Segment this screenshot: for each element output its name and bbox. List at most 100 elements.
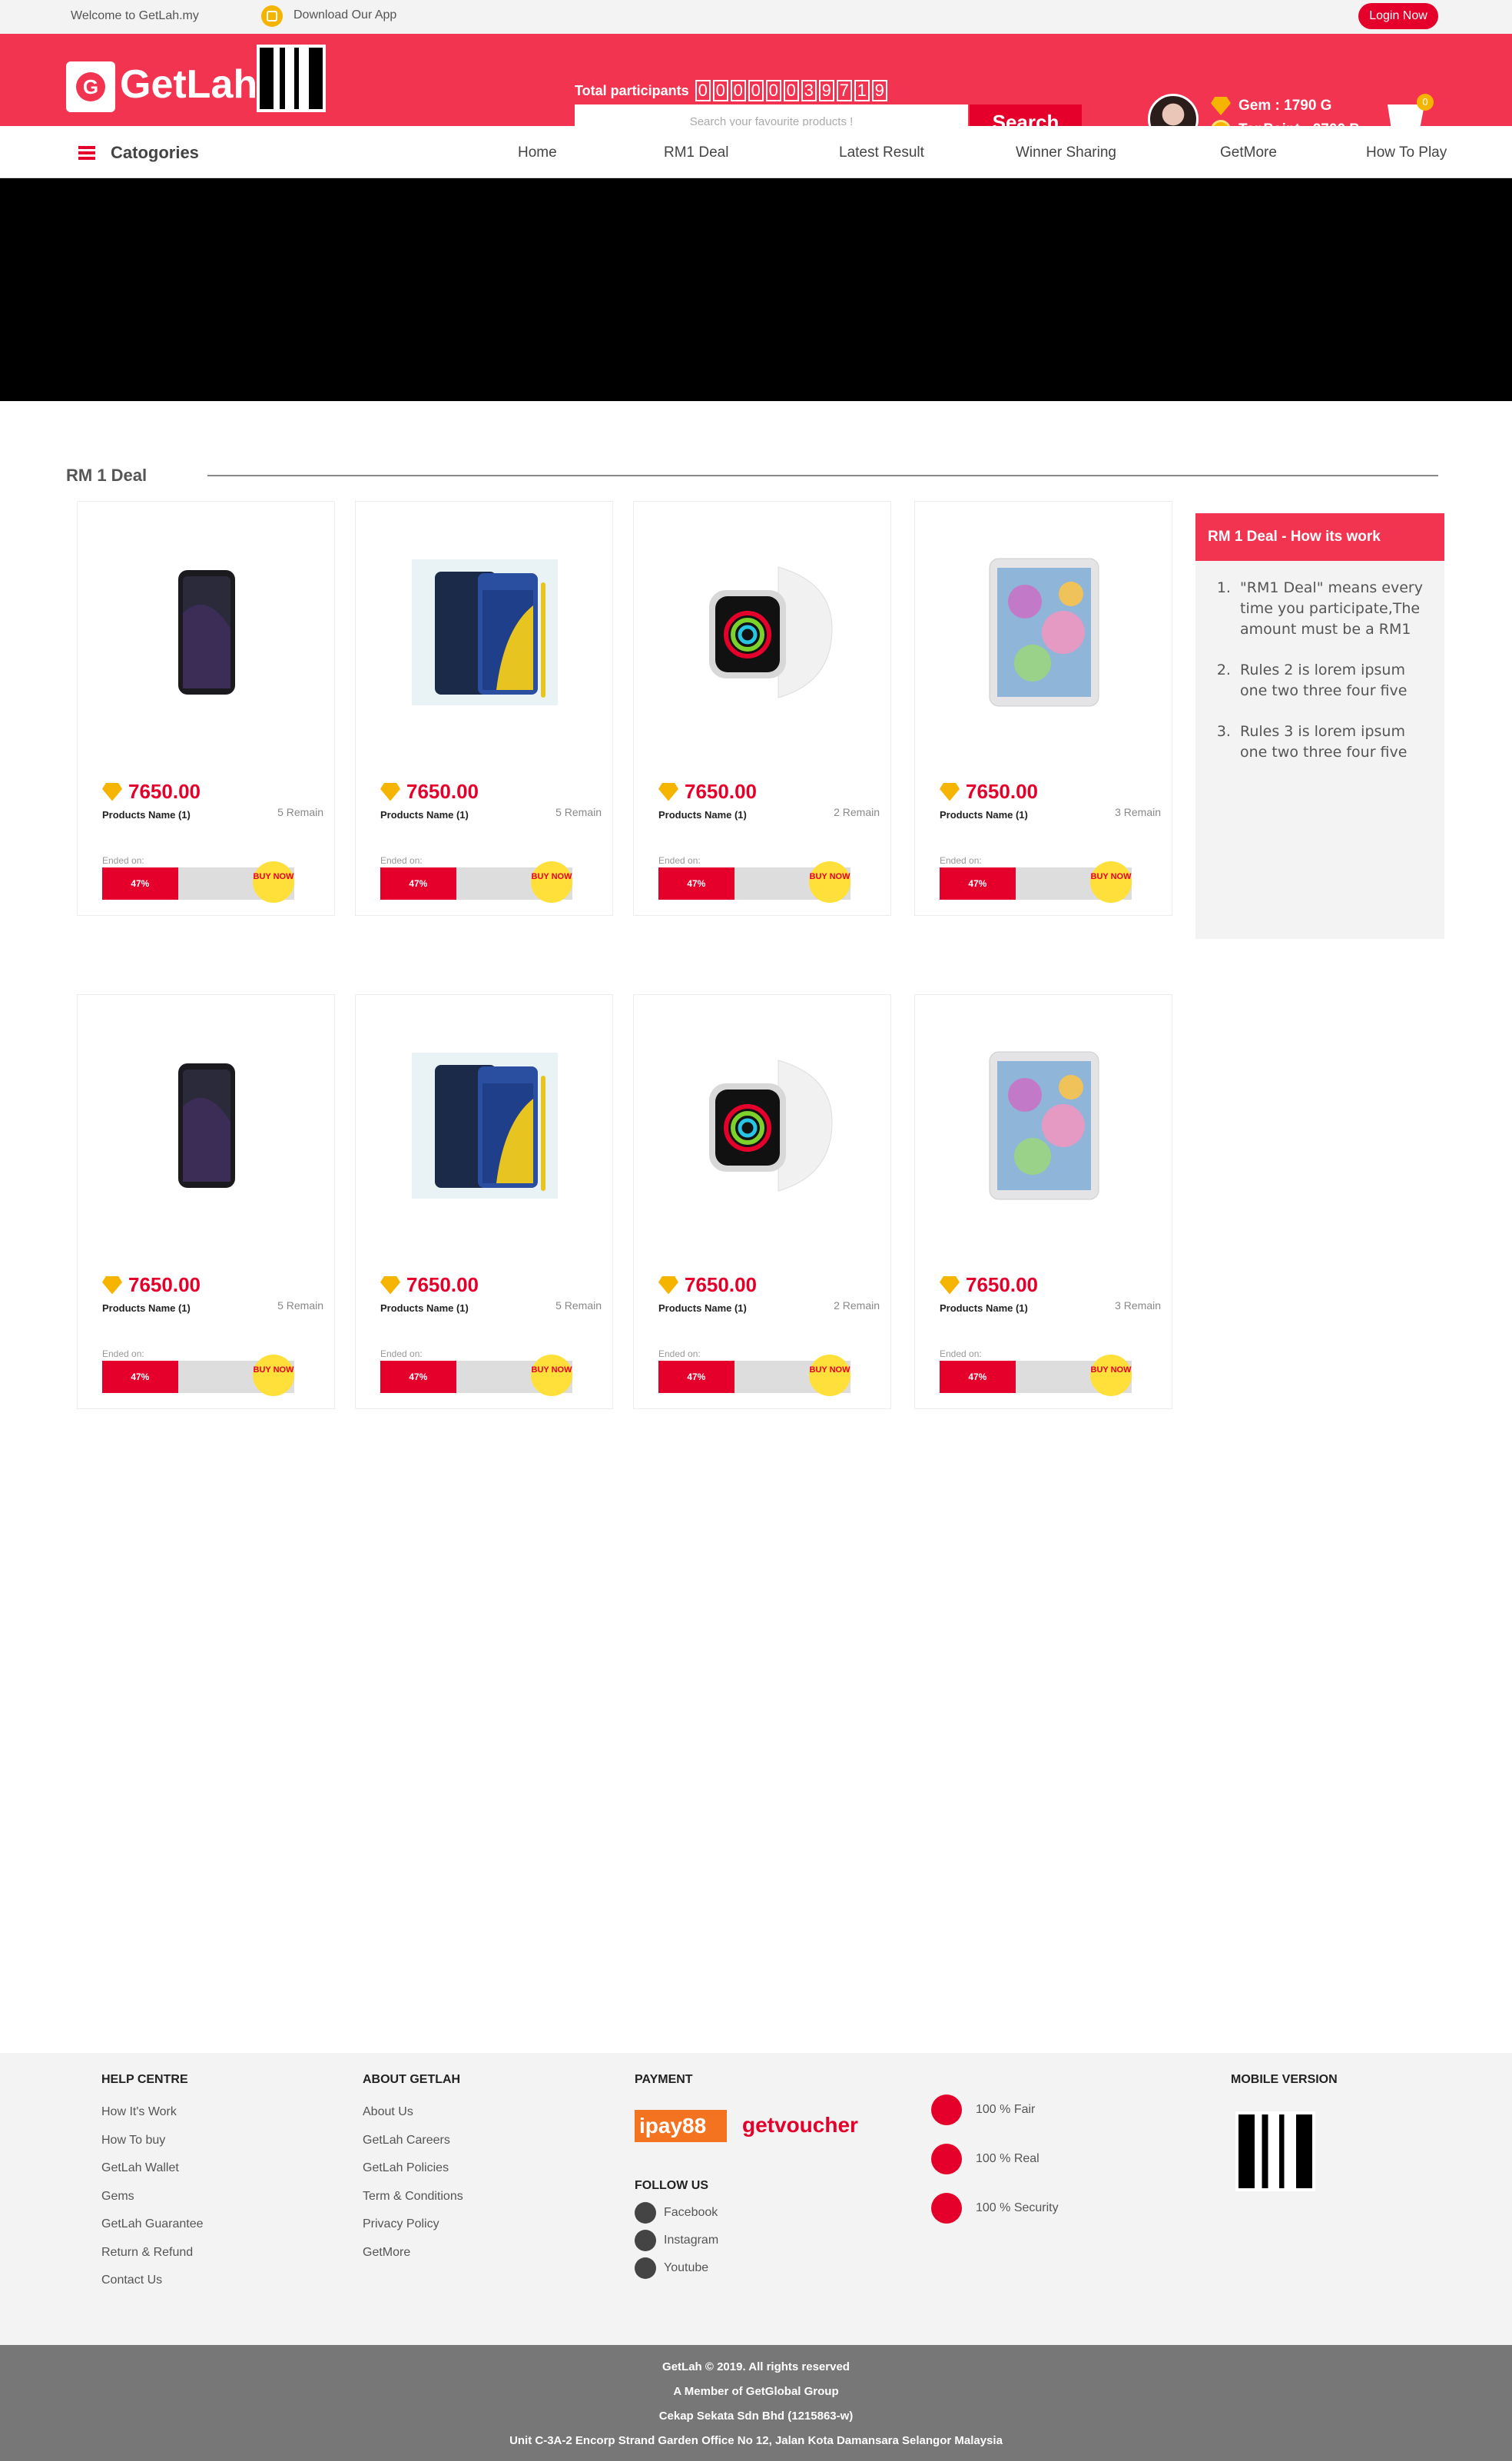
product-card[interactable]: 7650.00 Products Name (1) 3 Remain Ended on…: [914, 994, 1172, 1409]
facebook-link[interactable]: Facebook: [635, 2202, 718, 2224]
nav-winner-sharing[interactable]: Winner Sharing: [1016, 144, 1116, 161]
buy-now-button[interactable]: BUY NOW: [1090, 1355, 1132, 1396]
product-name: Products Name (1): [940, 809, 1028, 821]
product-card[interactable]: 7650.00 Products Name (1) 5 Remain Ended on…: [77, 501, 335, 916]
product-price: 7650.00: [102, 780, 201, 804]
remaining-count: 3 Remain: [1115, 806, 1161, 818]
nav-latest-result[interactable]: Latest Result: [839, 144, 924, 161]
digit-box: 0: [730, 80, 746, 101]
check-icon: [931, 2144, 962, 2174]
address-line: Unit C-3A-2 Encorp Strand Garden Office …: [509, 2434, 1003, 2447]
footer-link[interactable]: How It's Work: [101, 2105, 204, 2134]
login-button[interactable]: Login Now: [1358, 3, 1438, 29]
group-line: A Member of GetGlobal Group: [673, 2385, 839, 2398]
help-centre-column: HELP CENTRE How It's Work How To buy Get…: [101, 2073, 204, 2302]
mobile-qr-code-icon: [1235, 2111, 1315, 2191]
categories-menu[interactable]: Catogories: [78, 143, 199, 163]
ended-on-label: Ended on:: [380, 1348, 423, 1359]
youtube-link[interactable]: Youtube: [635, 2257, 708, 2279]
navigation-bar: Catogories Home RM1 Deal Latest Result W…: [0, 126, 1512, 178]
cart-badge: 0: [1417, 94, 1434, 111]
remaining-count: 5 Remain: [555, 806, 602, 818]
real-label: 100 % Real: [976, 2152, 1040, 2165]
watch-image[interactable]: [680, 540, 846, 725]
nav-home[interactable]: Home: [518, 144, 557, 161]
digit-box: 0: [783, 80, 799, 101]
about-title: ABOUT GETLAH: [363, 2073, 461, 2086]
youtube-icon: [635, 2257, 656, 2279]
app-icon[interactable]: [261, 5, 283, 27]
phone-image[interactable]: [124, 540, 290, 725]
galaxy-note-image[interactable]: [402, 1033, 568, 1218]
price-value: 7650.00: [128, 780, 201, 803]
youtube-label: Youtube: [664, 2261, 709, 2274]
footer-link[interactable]: Privacy Policy: [363, 2217, 463, 2246]
product-name: Products Name (1): [102, 1302, 191, 1314]
digit-box: 7: [836, 80, 852, 101]
price-value: 7650.00: [966, 780, 1038, 803]
facebook-icon: [635, 2202, 656, 2224]
tablet-image[interactable]: [961, 540, 1127, 725]
progress-fill: 47%: [380, 867, 456, 900]
watch-image[interactable]: [680, 1033, 846, 1218]
price-value: 7650.00: [406, 1273, 479, 1296]
buy-now-button[interactable]: BUY NOW: [809, 861, 850, 903]
participant-digits: 00000039719: [695, 80, 887, 101]
price-value: 7650.00: [685, 780, 757, 803]
product-card[interactable]: 7650.00 Products Name (1) 2 Remain Ended on…: [633, 501, 891, 916]
footer-link[interactable]: Term & Conditions: [363, 2190, 463, 2218]
buy-now-button[interactable]: BUY NOW: [253, 861, 294, 903]
about-column: ABOUT GETLAH About Us GetLah Careers Get…: [363, 2073, 463, 2274]
remaining-count: 5 Remain: [277, 1299, 323, 1312]
footer-link[interactable]: GetMore: [363, 2246, 463, 2274]
buy-now-button[interactable]: BUY NOW: [1090, 861, 1132, 903]
nav-rm1-deal[interactable]: RM1 Deal: [664, 144, 728, 161]
top-bar: Welcome to GetLah.my Download Our App Lo…: [0, 0, 1512, 34]
ipay88-logo: ipay88: [635, 2110, 727, 2142]
gem-icon: [940, 782, 960, 801]
footer-link[interactable]: GetLah Policies: [363, 2161, 463, 2190]
footer: HELP CENTRE How It's Work How To buy Get…: [0, 2053, 1512, 2345]
buy-now-button[interactable]: BUY NOW: [809, 1355, 850, 1396]
logo[interactable]: G GetLah: [66, 49, 257, 115]
phone-image[interactable]: [124, 1033, 290, 1218]
galaxy-note-image[interactable]: [402, 540, 568, 725]
product-price: 7650.00: [940, 1273, 1038, 1297]
product-card[interactable]: 7650.00 Products Name (1) 5 Remain Ended on…: [355, 994, 613, 1409]
gem-icon: [1211, 97, 1231, 115]
buy-now-button[interactable]: BUY NOW: [253, 1355, 294, 1396]
product-name: Products Name (1): [380, 1302, 469, 1314]
product-card[interactable]: 7650.00 Products Name (1) 2 Remain Ended on…: [633, 994, 891, 1409]
footer-link[interactable]: Gems: [101, 2190, 204, 2218]
download-app-link[interactable]: Download Our App: [293, 8, 396, 22]
section-divider: [207, 475, 1438, 476]
nav-how-to-play[interactable]: How To Play: [1366, 144, 1447, 161]
footer-link[interactable]: About Us: [363, 2105, 463, 2134]
product-card[interactable]: 7650.00 Products Name (1) 5 Remain Ended on…: [77, 994, 335, 1409]
buy-now-button[interactable]: BUY NOW: [531, 1355, 572, 1396]
buy-now-button[interactable]: BUY NOW: [531, 861, 572, 903]
product-card[interactable]: 7650.00 Products Name (1) 3 Remain Ended on…: [914, 501, 1172, 916]
product-card[interactable]: 7650.00 Products Name (1) 5 Remain Ended on…: [355, 501, 613, 916]
hero-banner[interactable]: [0, 178, 1512, 401]
digit-box: 0: [765, 80, 781, 101]
qr-code-icon: [257, 45, 326, 112]
nav-getmore[interactable]: GetMore: [1220, 144, 1277, 161]
instagram-link[interactable]: Instagram: [635, 2230, 718, 2251]
digit-box: 9: [871, 80, 887, 101]
footer-link[interactable]: GetLah Wallet: [101, 2161, 204, 2190]
digit-box: 0: [748, 80, 764, 101]
product-price: 7650.00: [102, 1273, 201, 1297]
footer-link[interactable]: GetLah Guarantee: [101, 2217, 204, 2246]
copyright-line: GetLah © 2019. All rights reserved: [662, 2360, 850, 2373]
getvoucher-logo: getvoucher: [742, 2113, 858, 2137]
digit-box: 3: [801, 80, 817, 101]
footer-link[interactable]: GetLah Careers: [363, 2134, 463, 2162]
tablet-image[interactable]: [961, 1033, 1127, 1218]
footer-link[interactable]: How To buy: [101, 2134, 204, 2162]
product-price: 7650.00: [658, 780, 757, 804]
ended-on-label: Ended on:: [940, 1348, 982, 1359]
footer-link[interactable]: Contact Us: [101, 2274, 204, 2302]
rule-item: "RM1 Deal" means every time you particip…: [1235, 578, 1429, 640]
footer-link[interactable]: Return & Refund: [101, 2246, 204, 2274]
